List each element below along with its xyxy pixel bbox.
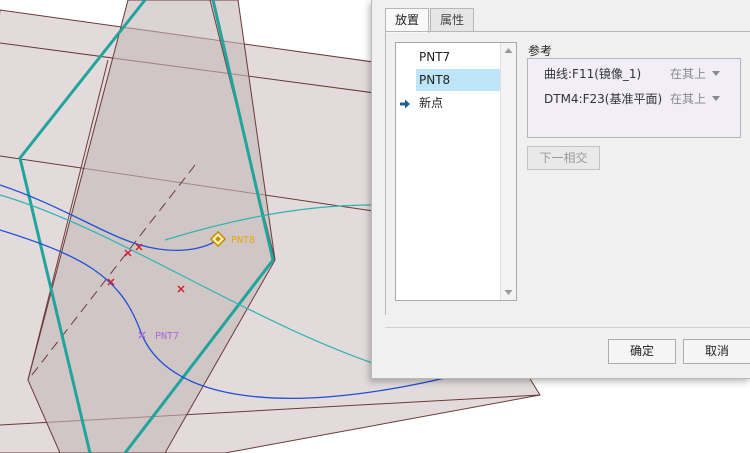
scroll-up-icon[interactable]	[504, 47, 513, 54]
tab-placement[interactable]: 放置	[385, 8, 430, 33]
ok-button[interactable]: 确定	[608, 339, 676, 364]
next-intersection-button[interactable]: 下一相交	[527, 146, 600, 170]
reference-name: 曲线:F11(镜像_1)	[544, 67, 642, 81]
point-list[interactable]: PNT7 PNT8 新点	[395, 42, 517, 301]
point-list-item-new[interactable]: 新点	[416, 92, 501, 114]
cancel-button[interactable]: 取消	[683, 339, 750, 364]
tab-strip: 放置 属性	[385, 8, 475, 33]
chevron-down-icon[interactable]	[712, 96, 720, 101]
references-box[interactable]: 曲线:F11(镜像_1) 在其上 DTM4:F23(基准平面) 在其上	[527, 58, 741, 138]
footer-divider	[385, 327, 750, 328]
chevron-down-icon[interactable]	[712, 71, 720, 76]
reference-row[interactable]: DTM4:F23(基准平面) 在其上	[544, 90, 734, 108]
tab-properties[interactable]: 属性	[430, 8, 475, 31]
pnt7-label: PNT7	[155, 331, 179, 342]
datum-point-dialog: 放置 属性 PNT7 PNT8 新点 参考 曲线:F11(镜像_1) 在其上 D…	[371, 0, 750, 379]
reference-row[interactable]: 曲线:F11(镜像_1) 在其上	[544, 65, 734, 83]
point-list-scrollbar[interactable]	[500, 43, 516, 300]
reference-name: DTM4:F23(基准平面)	[544, 92, 663, 106]
point-list-item-pnt7[interactable]: PNT7	[416, 46, 501, 68]
references-label: 参考	[528, 44, 553, 58]
point-list-item-pnt8[interactable]: PNT8	[416, 69, 501, 91]
arrow-right-icon	[400, 99, 410, 109]
pnt8-label: PNT8	[231, 235, 255, 246]
scroll-down-icon[interactable]	[504, 289, 513, 296]
reference-type-dropdown[interactable]: 在其上	[670, 90, 706, 108]
reference-type-dropdown[interactable]: 在其上	[670, 65, 706, 83]
